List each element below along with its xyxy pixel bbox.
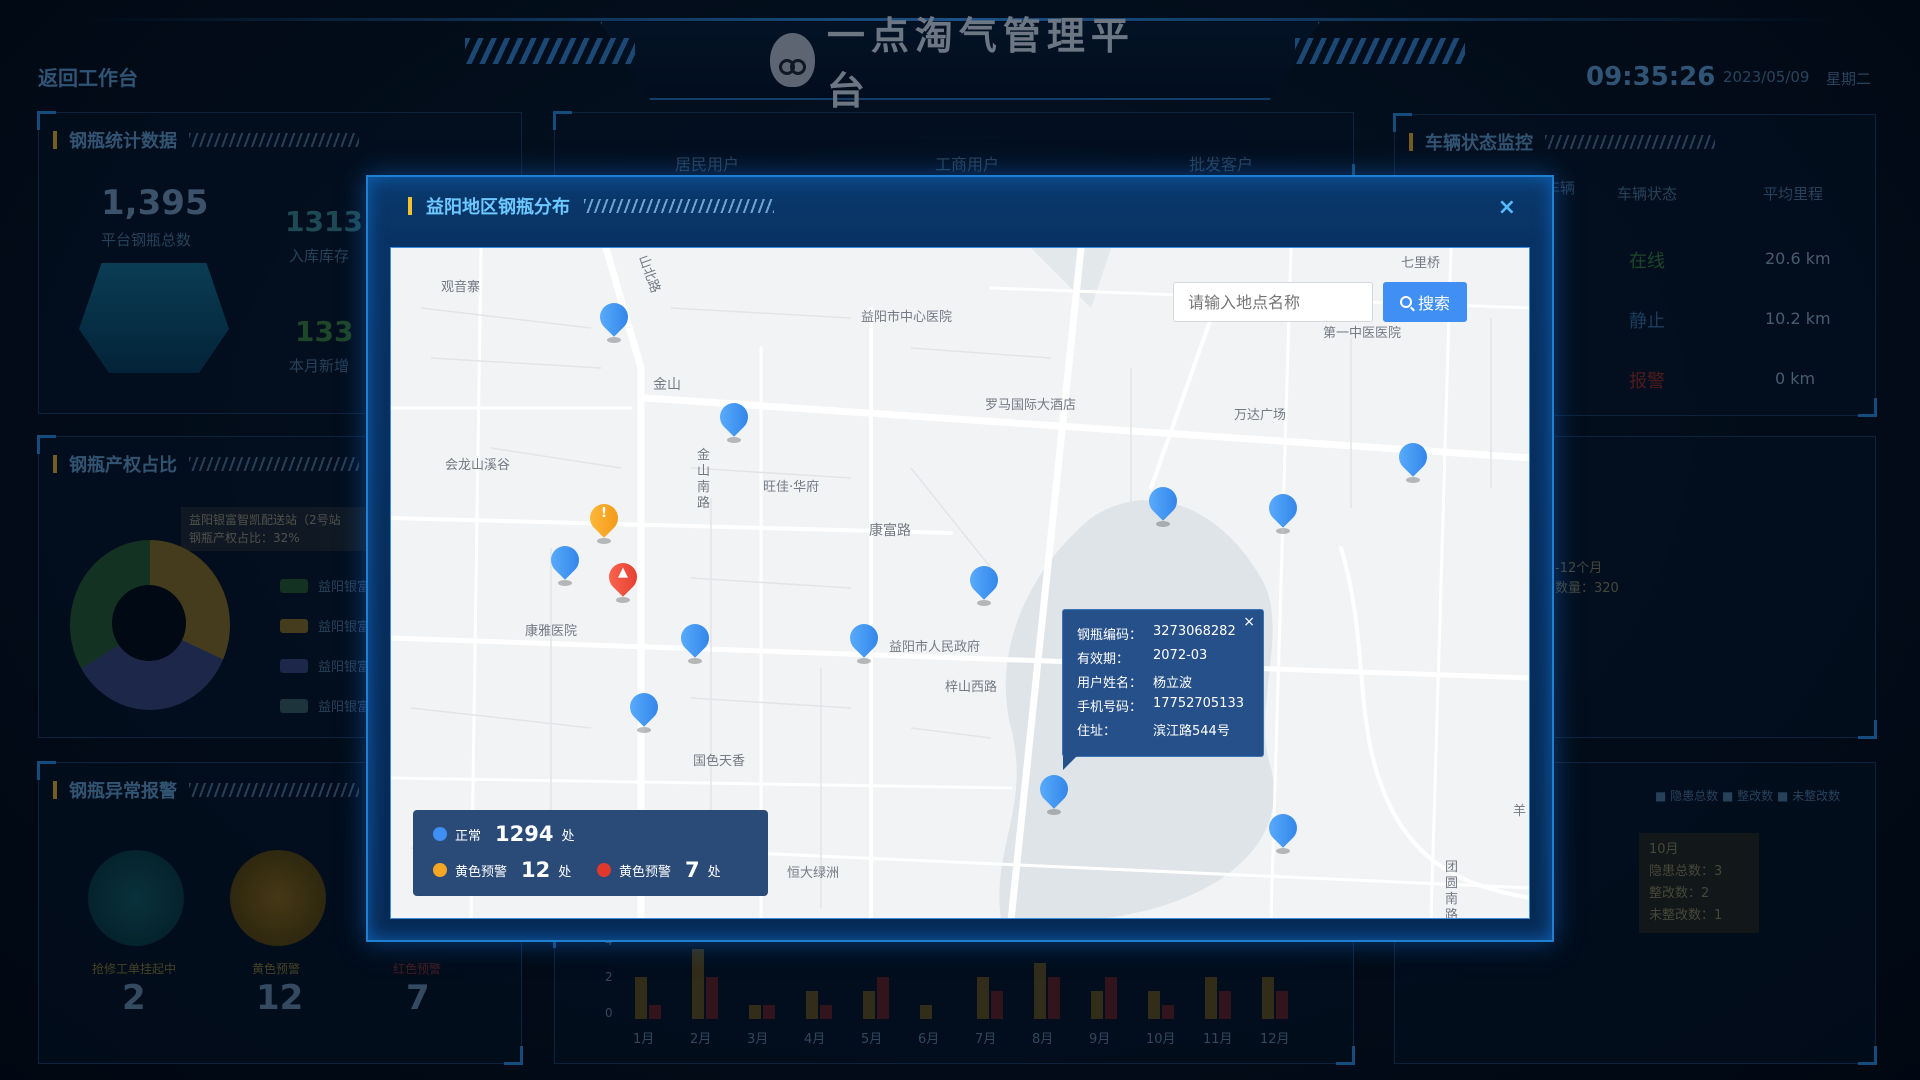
cylinder-pin-normal[interactable] — [1034, 769, 1074, 815]
cylinder-pin-normal[interactable] — [1263, 488, 1303, 534]
cylinder-pin-normal[interactable] — [844, 618, 884, 664]
cylinder-pin-normal[interactable] — [675, 618, 715, 664]
close-icon[interactable]: × — [1243, 614, 1255, 630]
map-label: 益阳市中心医院 — [861, 310, 953, 325]
map-label: 万达广场 — [1234, 408, 1287, 423]
map-label: 康富路 — [869, 523, 911, 539]
map-modal: 益阳地区钢瓶分布 × 观音寨 益阳市中心医院 七里桥 第一中医医院 金山 罗马国… — [366, 175, 1554, 942]
map-label: 羊 — [1513, 804, 1527, 819]
alarm-icon: ▲ — [618, 565, 628, 580]
map-label: 罗马国际大酒店 — [985, 398, 1077, 413]
cylinder-pin-normal[interactable] — [714, 397, 754, 443]
info-row: 用户姓名： 杨立波 — [1077, 676, 1193, 691]
cylinder-pin-normal[interactable] — [1143, 481, 1183, 527]
map-label: 梓山西路 — [945, 680, 998, 695]
close-icon[interactable]: × — [1498, 195, 1516, 220]
cylinder-pin-yellow-warning[interactable]: ! — [584, 498, 624, 544]
map-label: 国色天香 — [693, 754, 746, 769]
cylinder-pin-normal[interactable] — [964, 560, 1004, 606]
map-label: 金山 — [653, 377, 681, 393]
yellow-dot-icon — [433, 863, 447, 877]
search-button[interactable]: 搜索 — [1383, 282, 1467, 322]
map-label: 康雅医院 — [525, 624, 578, 639]
cylinder-pin-red-alarm[interactable]: ▲ — [603, 557, 643, 603]
cylinder-pin-normal[interactable] — [594, 297, 634, 343]
cylinder-pin-normal[interactable] — [1393, 437, 1433, 483]
map-label: 第一中医医院 — [1323, 326, 1402, 341]
map-view[interactable]: 观音寨 益阳市中心医院 七里桥 第一中医医院 金山 罗马国际大酒店 万达广场 会… — [390, 247, 1530, 919]
cylinder-info-popup: × 钢瓶编码： 3273068282 有效期： 2072-03 用户姓名： 杨立波 手… — [1062, 609, 1264, 770]
distribution-stats-box: 正常 1294 处 黄色预警 12 处 黄色预警 7 处 — [413, 810, 768, 896]
location-search-input[interactable] — [1173, 282, 1373, 322]
map-label: 团圆南路 — [1445, 860, 1459, 919]
map-label: 会龙山溪谷 — [445, 458, 511, 473]
info-row: 有效期： 2072-03 — [1077, 648, 1208, 667]
modal-title: 益阳地区钢瓶分布 — [426, 197, 570, 218]
info-row: 住址： 滨江路544号 — [1077, 724, 1230, 739]
info-row: 手机号码： 17752705133 — [1077, 696, 1244, 715]
normal-dot-icon — [433, 827, 447, 841]
search-icon — [1399, 296, 1412, 308]
map-label: 七里桥 — [1401, 256, 1441, 271]
red-dot-icon — [597, 863, 611, 877]
map-label: 旺佳·华府 — [763, 480, 820, 495]
map-label: 金山南路 — [697, 448, 711, 511]
cylinder-pin-normal[interactable] — [1263, 808, 1303, 854]
cylinder-pin-normal[interactable] — [624, 687, 664, 733]
cylinder-pin-normal[interactable] — [545, 540, 585, 586]
warning-icon: ! — [601, 506, 607, 521]
info-row: 钢瓶编码： 3273068282 — [1077, 624, 1236, 643]
map-label: 观音寨 — [441, 280, 481, 295]
map-label: 恒大绿洲 — [787, 866, 840, 881]
map-label: 益阳市人民政府 — [889, 640, 981, 655]
